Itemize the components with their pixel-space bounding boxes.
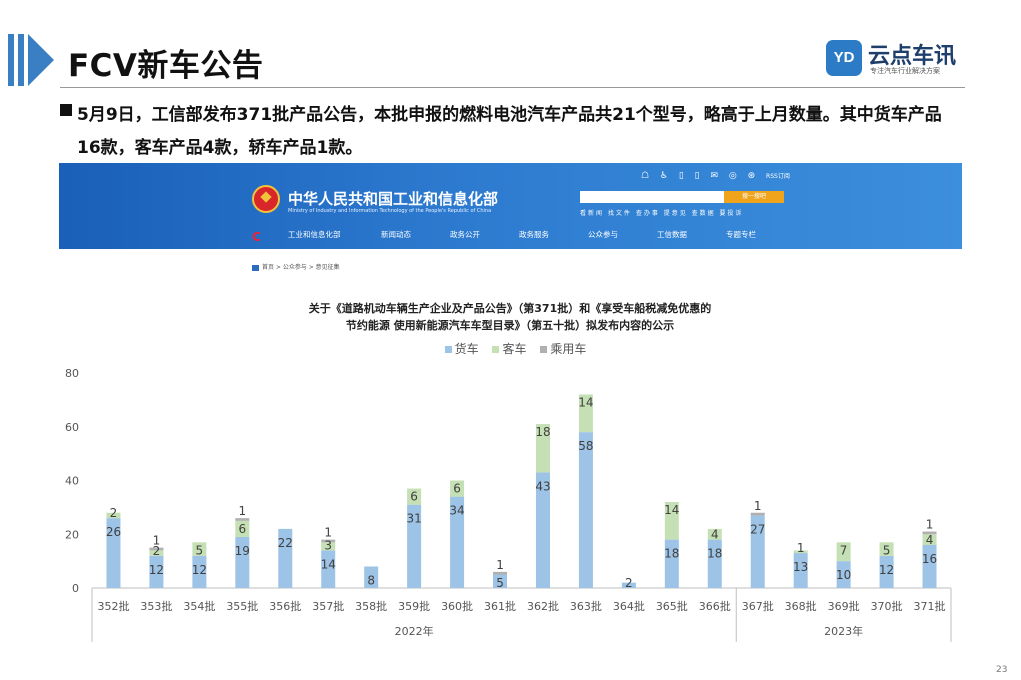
x-tick-label: 368批 — [785, 599, 817, 613]
data-label: 5 — [883, 543, 891, 557]
data-label: 8 — [367, 574, 375, 588]
y-tick-label: 40 — [65, 475, 79, 488]
x-tick-label: 354批 — [183, 599, 215, 613]
x-tick-label: 356批 — [269, 599, 301, 613]
data-label: 4 — [711, 528, 719, 542]
data-label: 1 — [496, 558, 504, 572]
data-label: 5 — [496, 576, 504, 590]
x-tick-label: 370批 — [871, 599, 903, 613]
x-group-label: 2022年 — [395, 624, 434, 638]
data-label: 16 — [922, 552, 937, 566]
x-tick-label: 362批 — [527, 599, 559, 613]
x-tick-label: 365批 — [656, 599, 688, 613]
data-label: 1 — [797, 541, 805, 555]
data-label: 1 — [324, 526, 332, 540]
data-label: 14 — [664, 503, 679, 517]
data-label: 6 — [410, 490, 418, 504]
data-label: 18 — [535, 425, 550, 439]
data-label: 1 — [754, 499, 762, 513]
data-label: 19 — [235, 544, 250, 558]
data-label: 13 — [793, 560, 808, 574]
x-group-label: 2023年 — [824, 624, 863, 638]
y-tick-label: 20 — [65, 528, 79, 541]
x-tick-label: 359批 — [398, 599, 430, 613]
data-label: 18 — [707, 547, 722, 561]
bar-segment — [235, 518, 250, 521]
x-tick-label: 363批 — [570, 599, 602, 613]
data-label: 27 — [750, 522, 765, 536]
x-tick-label: 352批 — [97, 599, 129, 613]
x-tick-label: 357批 — [312, 599, 344, 613]
data-label: 12 — [149, 563, 164, 577]
data-label: 7 — [840, 543, 848, 557]
x-tick-label: 371批 — [914, 599, 946, 613]
x-tick-label: 369批 — [828, 599, 860, 613]
data-label: 31 — [406, 512, 421, 526]
data-label: 12 — [879, 563, 894, 577]
x-tick-label: 353批 — [140, 599, 172, 613]
data-label: 4 — [926, 533, 934, 547]
y-tick-label: 0 — [72, 582, 79, 595]
x-tick-label: 367批 — [742, 599, 774, 613]
x-tick-label: 361批 — [484, 599, 516, 613]
data-label: 34 — [449, 504, 464, 518]
x-tick-label: 366批 — [699, 599, 731, 613]
data-label: 58 — [578, 439, 593, 453]
x-tick-label: 364批 — [613, 599, 645, 613]
data-label: 6 — [453, 482, 461, 496]
data-label: 6 — [239, 522, 247, 536]
data-label: 2 — [625, 576, 633, 590]
x-tick-label: 355批 — [226, 599, 258, 613]
data-label: 14 — [321, 557, 336, 571]
data-label: 3 — [324, 538, 332, 552]
stacked-bar-chart: 020406080262352批1221353批125354批1961355批2… — [65, 367, 952, 642]
y-tick-label: 60 — [65, 421, 79, 434]
x-tick-label: 360批 — [441, 599, 473, 613]
x-tick-label: 358批 — [355, 599, 387, 613]
data-label: 10 — [836, 568, 851, 582]
data-label: 1 — [239, 504, 247, 518]
data-label: 22 — [278, 536, 293, 550]
data-label: 12 — [192, 563, 207, 577]
page-number: 23 — [996, 665, 1008, 675]
data-label: 1 — [153, 534, 161, 548]
bar-segment — [578, 432, 593, 588]
data-label: 5 — [196, 543, 204, 557]
data-label: 43 — [535, 479, 550, 493]
bar-segment — [493, 571, 508, 575]
data-label: 1 — [926, 518, 934, 532]
bar-segment — [750, 512, 765, 516]
data-label: 14 — [578, 396, 593, 410]
data-label: 18 — [664, 547, 679, 561]
y-tick-label: 80 — [65, 367, 79, 380]
data-label: 26 — [106, 525, 121, 539]
data-label: 2 — [110, 506, 118, 520]
